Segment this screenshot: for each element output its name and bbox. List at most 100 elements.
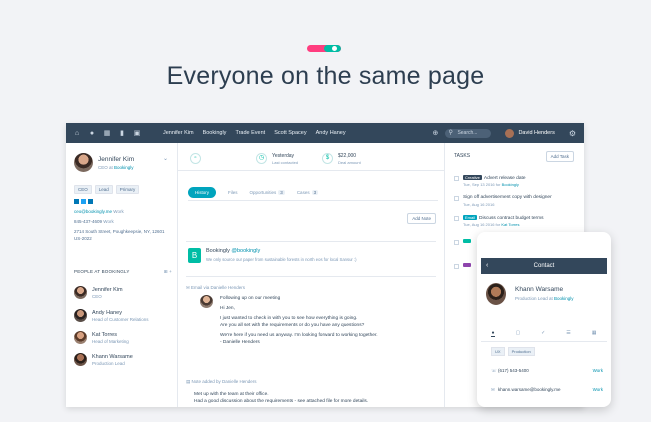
- note-header: ▤ Note added by Danielle Henders: [186, 379, 257, 385]
- marketing-stage: Everyone on the same page ⌂ ● ▦ ▮ ▣ Jenn…: [0, 0, 651, 422]
- user-menu[interactable]: David Henders: [518, 130, 554, 136]
- document-icon[interactable]: ▢: [515, 330, 520, 337]
- person-item[interactable]: Jennifer Kim CEO: [74, 286, 174, 304]
- stat-line2: Deal amount: [338, 160, 361, 165]
- tab-opportunities-label: Opportunities: [249, 190, 277, 195]
- mobile-tag-production[interactable]: Production: [507, 347, 535, 356]
- reports-icon[interactable]: ▮: [118, 129, 126, 137]
- task-date-text: Tue, Sep 13 2016 for: [463, 182, 501, 187]
- tab-count: 3: [311, 190, 319, 195]
- twitter-icon[interactable]: [81, 199, 86, 204]
- note-header-text: Note added by Danielle Henders: [191, 379, 257, 384]
- stat-line2: Last contacted: [272, 160, 299, 165]
- decorative-pill: [307, 45, 341, 52]
- tag-lead[interactable]: Lead: [94, 185, 113, 194]
- person-name: Kat Torres: [92, 332, 117, 338]
- brand-name: Bookingly: [206, 248, 230, 254]
- brand-post-title: Bookingly @bookingly: [206, 248, 260, 254]
- stat-item: ▫: [178, 143, 244, 170]
- people-heading: PEOPLE AT BOOKINGLY ⊞ +: [74, 269, 172, 274]
- mobile-role-prefix: Production Lead at: [515, 296, 553, 301]
- money-icon: $: [322, 153, 333, 164]
- task-title: Sign off advertisement copy with designe…: [463, 195, 552, 200]
- mobile-email-action[interactable]: Work: [593, 387, 603, 392]
- task-link[interactable]: Bookingly: [502, 182, 519, 187]
- check-icon[interactable]: ✓: [541, 330, 545, 337]
- task-checkbox[interactable]: [454, 176, 459, 181]
- nav-link-andy-haney[interactable]: Andy Haney: [316, 130, 346, 136]
- calendar-icon[interactable]: ▦: [103, 129, 111, 137]
- tab-opportunities[interactable]: Opportunities 3: [250, 190, 285, 195]
- tab-history[interactable]: History: [188, 187, 217, 198]
- tag-ceo[interactable]: CEO: [74, 185, 92, 194]
- tab-divider: [188, 200, 438, 201]
- person-name: Khann Warsame: [92, 354, 133, 360]
- mobile-email-row[interactable]: ✉ khann.warsame@bookingly.me Work: [491, 387, 603, 393]
- search-icon: ⚲: [448, 129, 453, 136]
- nav-link-trade-event[interactable]: Trade Event: [235, 130, 265, 136]
- back-arrow-icon[interactable]: ‹: [486, 258, 488, 274]
- task-link[interactable]: Kat Torres: [501, 222, 519, 227]
- add-note-button[interactable]: Add Note: [407, 213, 436, 224]
- home-icon[interactable]: ⌂: [73, 129, 81, 137]
- task-checkbox[interactable]: [454, 216, 459, 221]
- contacts-icon[interactable]: ●: [88, 129, 96, 137]
- person-icon[interactable]: ●: [491, 330, 495, 337]
- task-label: [463, 263, 473, 269]
- task-title: Discuss contract budget terms: [479, 216, 544, 221]
- task-checkbox[interactable]: [454, 240, 459, 245]
- note-body: Met up with the team at their office. Ha…: [194, 391, 430, 405]
- search-input[interactable]: ⚲ Search...: [445, 128, 492, 138]
- contact-title-prefix: CEO at: [98, 165, 113, 170]
- contact-email-value[interactable]: ceo@bookingly.me: [74, 209, 112, 214]
- linkedin-icon[interactable]: [88, 199, 93, 204]
- tag-primary[interactable]: Primary: [115, 185, 140, 194]
- nav-link-jennifer-kim[interactable]: Jennifer Kim: [163, 130, 194, 136]
- envelope-icon: ✉: [491, 387, 495, 392]
- task-date-text: Tue, Aug 16 2016: [463, 202, 495, 207]
- contact-phone-value[interactable]: 845-437-4609: [74, 219, 102, 224]
- briefcase-icon[interactable]: ▣: [133, 129, 141, 137]
- task-date-text: Tue, Aug 16 2016 for: [463, 222, 501, 227]
- facebook-icon[interactable]: [74, 199, 79, 204]
- person-avatar: [74, 353, 87, 366]
- activity-tabs: History Files Opportunities 3 Cases 3: [188, 187, 330, 198]
- contact-email[interactable]: ceo@bookingly.me Work: [74, 209, 124, 214]
- tab-files[interactable]: Files: [228, 190, 238, 195]
- nav-link-scott-spacey[interactable]: Scott Spacey: [274, 130, 306, 136]
- grid-icon[interactable]: ▦: [592, 330, 597, 337]
- brand-logo: B: [188, 248, 201, 263]
- mobile-tag-ux[interactable]: UX: [491, 347, 505, 356]
- pill-dot: [332, 46, 337, 51]
- add-circle-icon[interactable]: ⊕: [431, 129, 439, 137]
- mobile-email: khann.warsame@bookingly.me: [498, 387, 561, 392]
- contact-company-link[interactable]: Bookingly: [114, 165, 134, 170]
- email-body2: Are you all set with the requirements or…: [220, 323, 365, 328]
- nav-link-bookingly[interactable]: Bookingly: [203, 130, 227, 136]
- mobile-title: Contact: [533, 263, 555, 269]
- task-checkbox[interactable]: [454, 196, 459, 201]
- people-controls[interactable]: ⊞ +: [164, 269, 172, 275]
- mobile-phone-action[interactable]: Work: [593, 368, 603, 373]
- task-label: Sign off advertisement copy with designe…: [463, 195, 552, 200]
- brand-handle[interactable]: @bookingly: [231, 248, 260, 254]
- mobile-phone-row[interactable]: ☏(617) 543-5400 Work: [491, 368, 603, 374]
- task-checkbox[interactable]: [454, 264, 459, 269]
- list-icon[interactable]: ☰: [566, 330, 570, 337]
- user-avatar[interactable]: [505, 128, 515, 138]
- mobile-contact-card: ‹ Contact Khann Warsame Production Lead …: [477, 232, 611, 407]
- chevron-down-icon[interactable]: ⌄: [163, 155, 168, 162]
- mobile-header: ‹ Contact: [481, 258, 607, 274]
- person-item[interactable]: Andy Haney Head of Customer Relations: [74, 309, 174, 327]
- tab-cases[interactable]: Cases 3: [297, 190, 319, 195]
- top-navbar: ⌂ ● ▦ ▮ ▣ Jennifer Kim Bookingly Trade E…: [66, 123, 584, 143]
- person-item[interactable]: Khann Warsame Production Lead: [74, 353, 174, 371]
- add-task-button[interactable]: Add Task: [545, 151, 574, 162]
- gear-icon[interactable]: ⚙: [569, 129, 576, 138]
- task-label: [463, 239, 473, 245]
- person-item[interactable]: Kat Torres Head of Marketing: [74, 331, 174, 349]
- email-header-text: Email via Danielle Henders: [191, 285, 246, 290]
- stat-item: $ $22,000 Deal amount: [310, 143, 376, 170]
- mobile-company-link[interactable]: Bookingly: [554, 296, 574, 301]
- contact-address-line: 2714 South Street, Poughkeepsie, NY, 126…: [74, 229, 165, 234]
